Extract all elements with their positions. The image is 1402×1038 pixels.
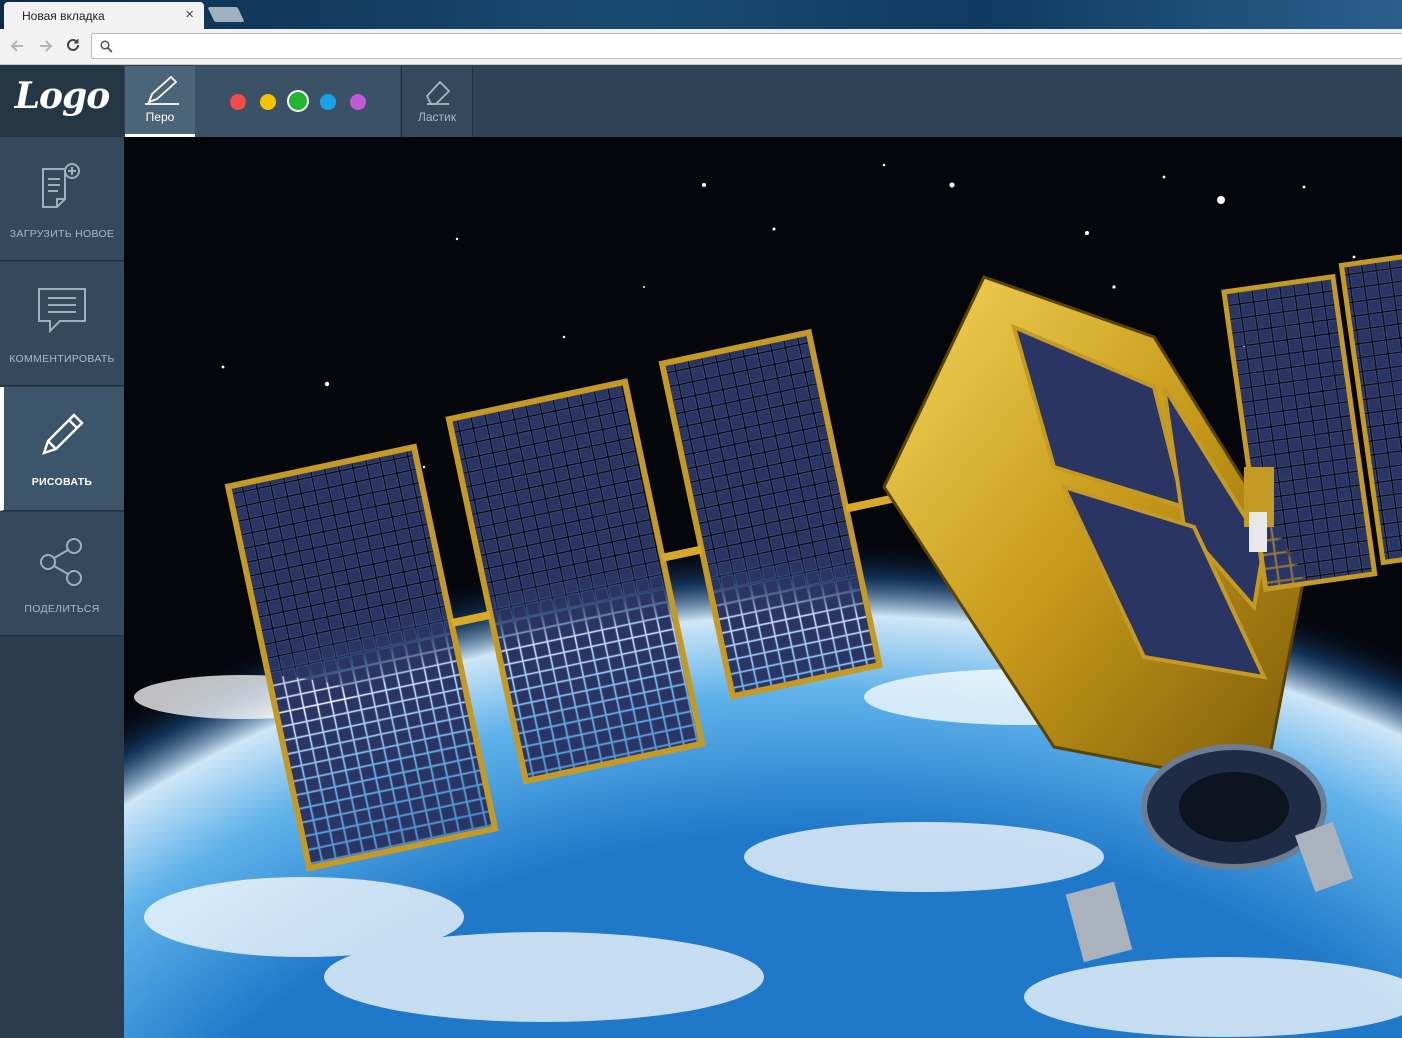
sidebar-item-share[interactable]: ПОДЕЛИТЬСЯ: [0, 512, 124, 636]
new-tab-button[interactable]: [207, 7, 245, 22]
color-swatch-blue[interactable]: [320, 94, 336, 110]
satellite-in-orbit-image: [124, 137, 1402, 1038]
sidebar-item-label: ПОДЕЛИТЬСЯ: [24, 603, 100, 615]
reload-button[interactable]: [63, 36, 83, 56]
drawing-toolbar: Перо Ластик: [124, 65, 1402, 137]
sidebar-item-comment[interactable]: КОММЕНТИРОВАТЬ: [0, 262, 124, 386]
color-swatch-yellow[interactable]: [260, 94, 276, 110]
logo-text: Logo: [14, 75, 111, 117]
eraser-tool-label: Ластик: [418, 110, 456, 124]
search-icon: [100, 40, 113, 53]
browser-tab-strip: Новая вкладка ×: [0, 0, 1402, 29]
pen-icon: [145, 76, 179, 105]
pen-tool-label: Перо: [145, 110, 175, 124]
sidebar-item-upload[interactable]: ЗАГРУЗИТЬ НОВОЕ: [0, 137, 124, 261]
color-swatch-green[interactable]: [289, 92, 307, 110]
logo[interactable]: Logo: [0, 65, 124, 138]
sidebar-item-label: РИСОВАТЬ: [31, 476, 93, 488]
tab-close-icon[interactable]: ×: [185, 6, 194, 24]
forward-arrow-icon: [40, 40, 53, 52]
drawing-canvas[interactable]: [124, 137, 1402, 1038]
browser-tab[interactable]: Новая вкладка ×: [4, 2, 204, 29]
comment-icon: [0, 286, 124, 341]
eraser-icon: [425, 80, 451, 105]
forward-button[interactable]: [35, 36, 55, 56]
sidebar: Logo ЗАГРУЗИТЬ НОВОЕ КОММЕНТИРОВАТЬ РИСО…: [0, 65, 124, 1038]
sidebar-item-label: ЗАГРУЗИТЬ НОВОЕ: [9, 228, 115, 240]
color-swatch-red[interactable]: [230, 94, 246, 110]
tab-title: Новая вкладка: [22, 9, 105, 23]
pencil-icon: [0, 409, 124, 466]
address-input[interactable]: [116, 37, 1390, 57]
reload-icon: [67, 38, 79, 51]
eraser-tool-button[interactable]: Ластик: [401, 66, 473, 137]
app-root: Logo ЗАГРУЗИТЬ НОВОЕ КОММЕНТИРОВАТЬ РИСО…: [0, 65, 1402, 1038]
upload-document-icon: [0, 161, 124, 216]
color-palette: [195, 66, 400, 137]
sidebar-item-label: КОММЕНТИРОВАТЬ: [9, 353, 115, 365]
share-icon: [0, 536, 124, 593]
browser-toolbar: [0, 29, 1402, 65]
color-swatch-purple[interactable]: [350, 94, 366, 110]
pen-tool-button[interactable]: Перо: [125, 66, 195, 137]
sidebar-item-draw[interactable]: РИСОВАТЬ: [0, 387, 124, 511]
address-bar[interactable]: [91, 33, 1402, 59]
back-arrow-icon: [10, 40, 23, 52]
back-button[interactable]: [8, 36, 28, 56]
